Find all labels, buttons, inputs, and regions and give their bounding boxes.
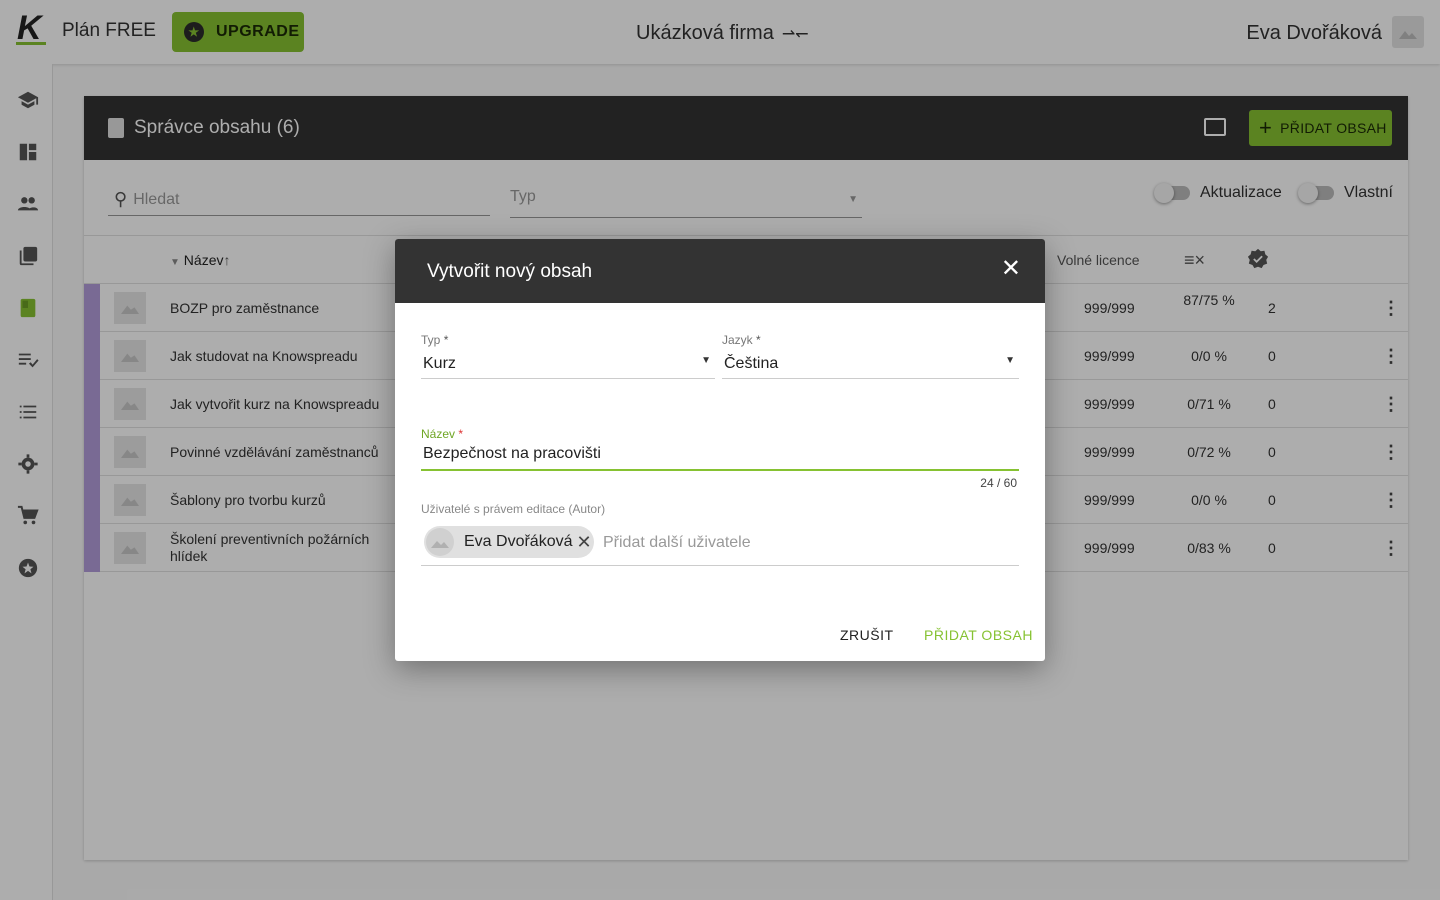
type-field-label: Typ * xyxy=(421,333,448,347)
type-select-value: Kurz xyxy=(423,355,456,372)
author-chip-label: Eva Dvořáková xyxy=(464,533,573,550)
avatar xyxy=(426,528,454,556)
add-content-submit-button[interactable]: PŘIDAT OBSAH xyxy=(924,627,1033,643)
type-label-text: Typ xyxy=(421,333,441,347)
required-mark: * xyxy=(458,427,464,441)
language-select[interactable]: Čeština ▼ xyxy=(722,349,1019,379)
create-content-dialog: Vytvořit nový obsah ✕ Typ * Kurz ▼ Jazyk… xyxy=(395,239,1045,661)
dialog-header: Vytvořit nový obsah ✕ xyxy=(395,239,1045,303)
name-input[interactable]: Bezpečnost na pracovišti xyxy=(421,445,1019,471)
character-counter: 24 / 60 xyxy=(980,476,1017,490)
authors-field-label: Uživatelé s právem editace (Autor) xyxy=(421,502,606,516)
name-field-label: Název * xyxy=(421,427,463,441)
dialog-title: Vytvořit nový obsah xyxy=(427,261,593,282)
author-chip[interactable]: Eva Dvořáková ✕ xyxy=(424,526,594,558)
authors-field[interactable]: Eva Dvořáková ✕ Přidat další uživatele xyxy=(421,522,1019,566)
name-label-text: Název xyxy=(421,427,456,441)
add-users-input[interactable]: Přidat další uživatele xyxy=(603,534,751,552)
close-icon[interactable]: ✕ xyxy=(1001,257,1021,281)
required-mark: * xyxy=(756,333,761,347)
chevron-down-icon: ▼ xyxy=(701,355,711,366)
required-mark: * xyxy=(443,333,449,347)
type-select[interactable]: Kurz ▼ xyxy=(421,349,715,379)
chevron-down-icon: ▼ xyxy=(1005,355,1015,366)
language-label-text: Jazyk xyxy=(722,333,753,347)
avatar-placeholder-icon xyxy=(431,541,449,548)
language-select-value: Čeština xyxy=(724,355,779,372)
language-field-label: Jazyk * xyxy=(722,333,761,347)
close-icon[interactable]: ✕ xyxy=(577,532,592,553)
cancel-button[interactable]: ZRUŠIT xyxy=(840,627,894,643)
